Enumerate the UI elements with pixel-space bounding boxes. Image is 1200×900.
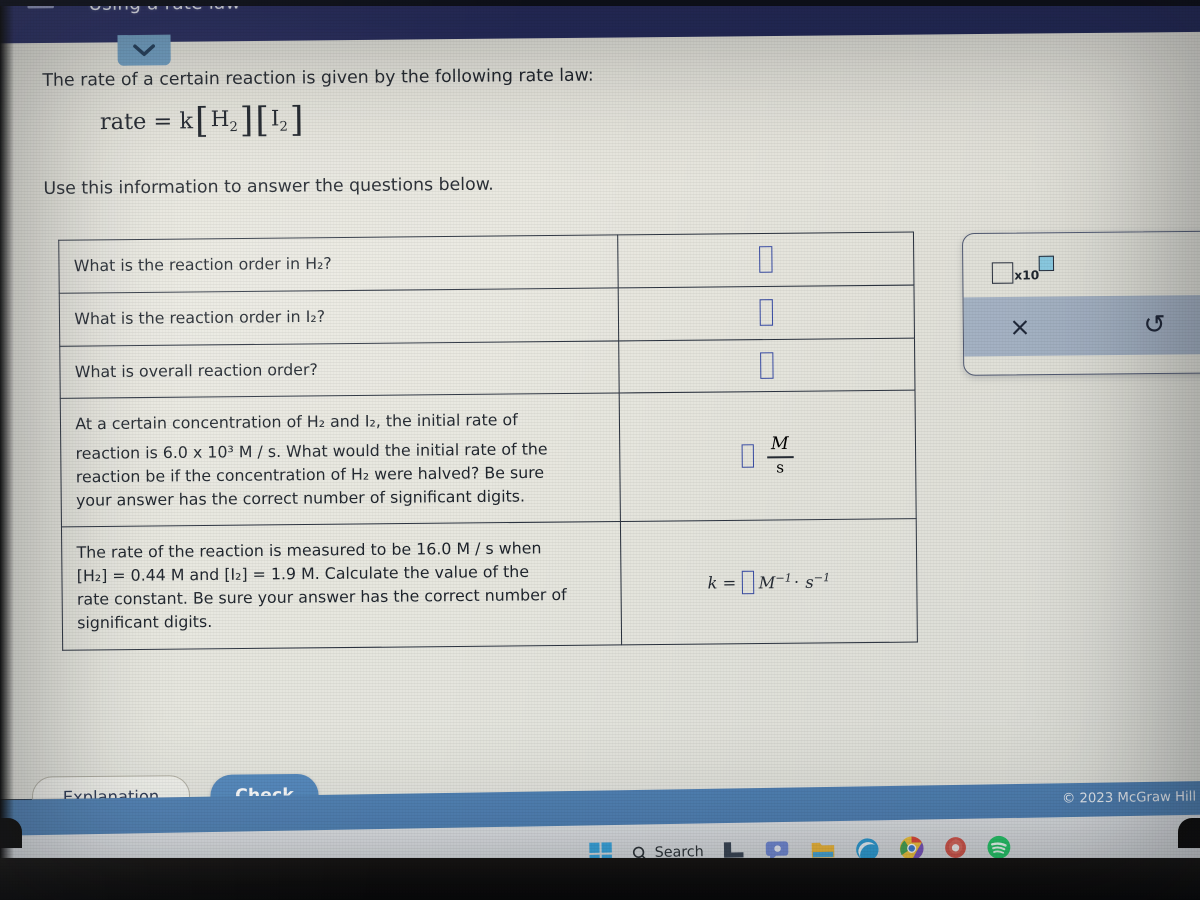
bezel-corner-left	[0, 818, 22, 848]
rate-law-equals: =	[153, 108, 173, 135]
undo-icon: ↺	[1143, 309, 1166, 341]
copyright-text: © 2023 McGraw Hill LLC	[1061, 789, 1200, 807]
bracket-close-2: ]	[289, 99, 304, 141]
answer-cell	[618, 284, 915, 341]
undo-button[interactable]: ↺	[1088, 309, 1200, 341]
answer-cell	[618, 337, 915, 394]
k-equals: =	[722, 572, 737, 592]
table-row: What is overall reaction order?	[59, 337, 915, 399]
question-text: What is the reaction order in I₂?	[74, 307, 326, 329]
table-row: What is the reaction order in H₂?	[58, 232, 914, 294]
chevron-down-icon	[133, 44, 155, 57]
rate-constant-expression: k = M−1 · s−1	[707, 569, 830, 594]
answer-input-box[interactable]	[742, 444, 755, 469]
unit-2: s−1	[805, 570, 831, 592]
clear-button[interactable]: ×	[964, 311, 1076, 342]
keypad-action-bar: × ↺	[963, 294, 1200, 357]
screen-edge-shadow	[0, 0, 14, 900]
table-row: The rate of the reaction is measured to …	[61, 519, 918, 650]
table-row: What is the reaction order in I₂?	[59, 284, 915, 346]
table-row: At a certain concentration of H₂ and I₂,…	[60, 390, 917, 528]
questions-table: What is the reaction order in H₂? What i…	[58, 232, 918, 651]
question-text-line: At a certain concentration of H₂ and I₂,…	[75, 411, 518, 434]
question-text: What is the reaction order in H₂?	[73, 254, 332, 276]
answer-input-box[interactable]	[759, 299, 774, 326]
bracket-close-1: ]	[239, 99, 254, 141]
answer-input-box[interactable]	[742, 570, 755, 594]
firefox-browser-icon[interactable]	[943, 835, 968, 860]
unit-separator: ·	[793, 571, 800, 592]
bracket-open-1: [	[194, 100, 209, 142]
intro-line-1: The rate of a certain reaction is given …	[42, 65, 594, 91]
intro-line-2: Use this information to answer the quest…	[43, 174, 494, 200]
unit-denominator: s	[776, 457, 785, 477]
question-cell: What is the reaction order in H₂?	[58, 234, 619, 294]
answer-cell: k = M−1 · s−1	[620, 519, 918, 645]
exponent-square-icon	[1039, 255, 1055, 272]
question-text-line: significant digits.	[77, 612, 213, 633]
rate-law-formula: rate = k [ H2 ] [ I2 ]	[99, 99, 304, 142]
laptop-bezel	[0, 858, 1200, 900]
scientific-notation-button[interactable]: x10	[991, 255, 1055, 284]
unit-fraction: M s	[766, 434, 794, 477]
answer-input-box[interactable]	[759, 246, 773, 274]
rate-law-species-2: I2	[270, 106, 289, 135]
laptop-screen-photo: The rate of a certain reaction is given …	[0, 0, 1200, 900]
question-cell: The rate of the reaction is measured to …	[61, 521, 622, 650]
collapse-chevron-tab[interactable]	[117, 34, 171, 66]
answer-cell	[617, 232, 914, 288]
question-text: What is overall reaction order?	[74, 360, 318, 381]
question-text-line: your answer has the correct number of si…	[75, 486, 526, 510]
spotify-icon[interactable]	[986, 834, 1012, 860]
k-symbol: k	[707, 572, 718, 593]
sci-notation-label: x10	[1014, 268, 1040, 283]
bezel-corner-right	[1178, 818, 1200, 848]
screen-top-edge	[0, 0, 1200, 6]
math-keypad-panel: x10 × ↺	[961, 230, 1200, 376]
rate-law-species-1: H2	[210, 106, 238, 136]
question-cell: At a certain concentration of H₂ and I₂,…	[60, 393, 621, 528]
unit-numerator: M	[770, 434, 789, 455]
answer-cell: M s	[619, 390, 917, 522]
bracket-open-2: [	[255, 99, 270, 141]
rate-law-k: k	[179, 108, 194, 135]
question-page-surface: The rate of a certain reaction is given …	[0, 27, 1200, 818]
question-cell: What is the reaction order in I₂?	[59, 287, 619, 346]
answer-input-box[interactable]	[760, 352, 774, 379]
close-icon: ×	[1009, 311, 1031, 342]
unit-1: M−1	[758, 571, 792, 593]
rate-law-lhs: rate	[99, 108, 147, 135]
question-cell: What is overall reaction order?	[59, 340, 620, 399]
placeholder-square-icon	[991, 262, 1014, 284]
